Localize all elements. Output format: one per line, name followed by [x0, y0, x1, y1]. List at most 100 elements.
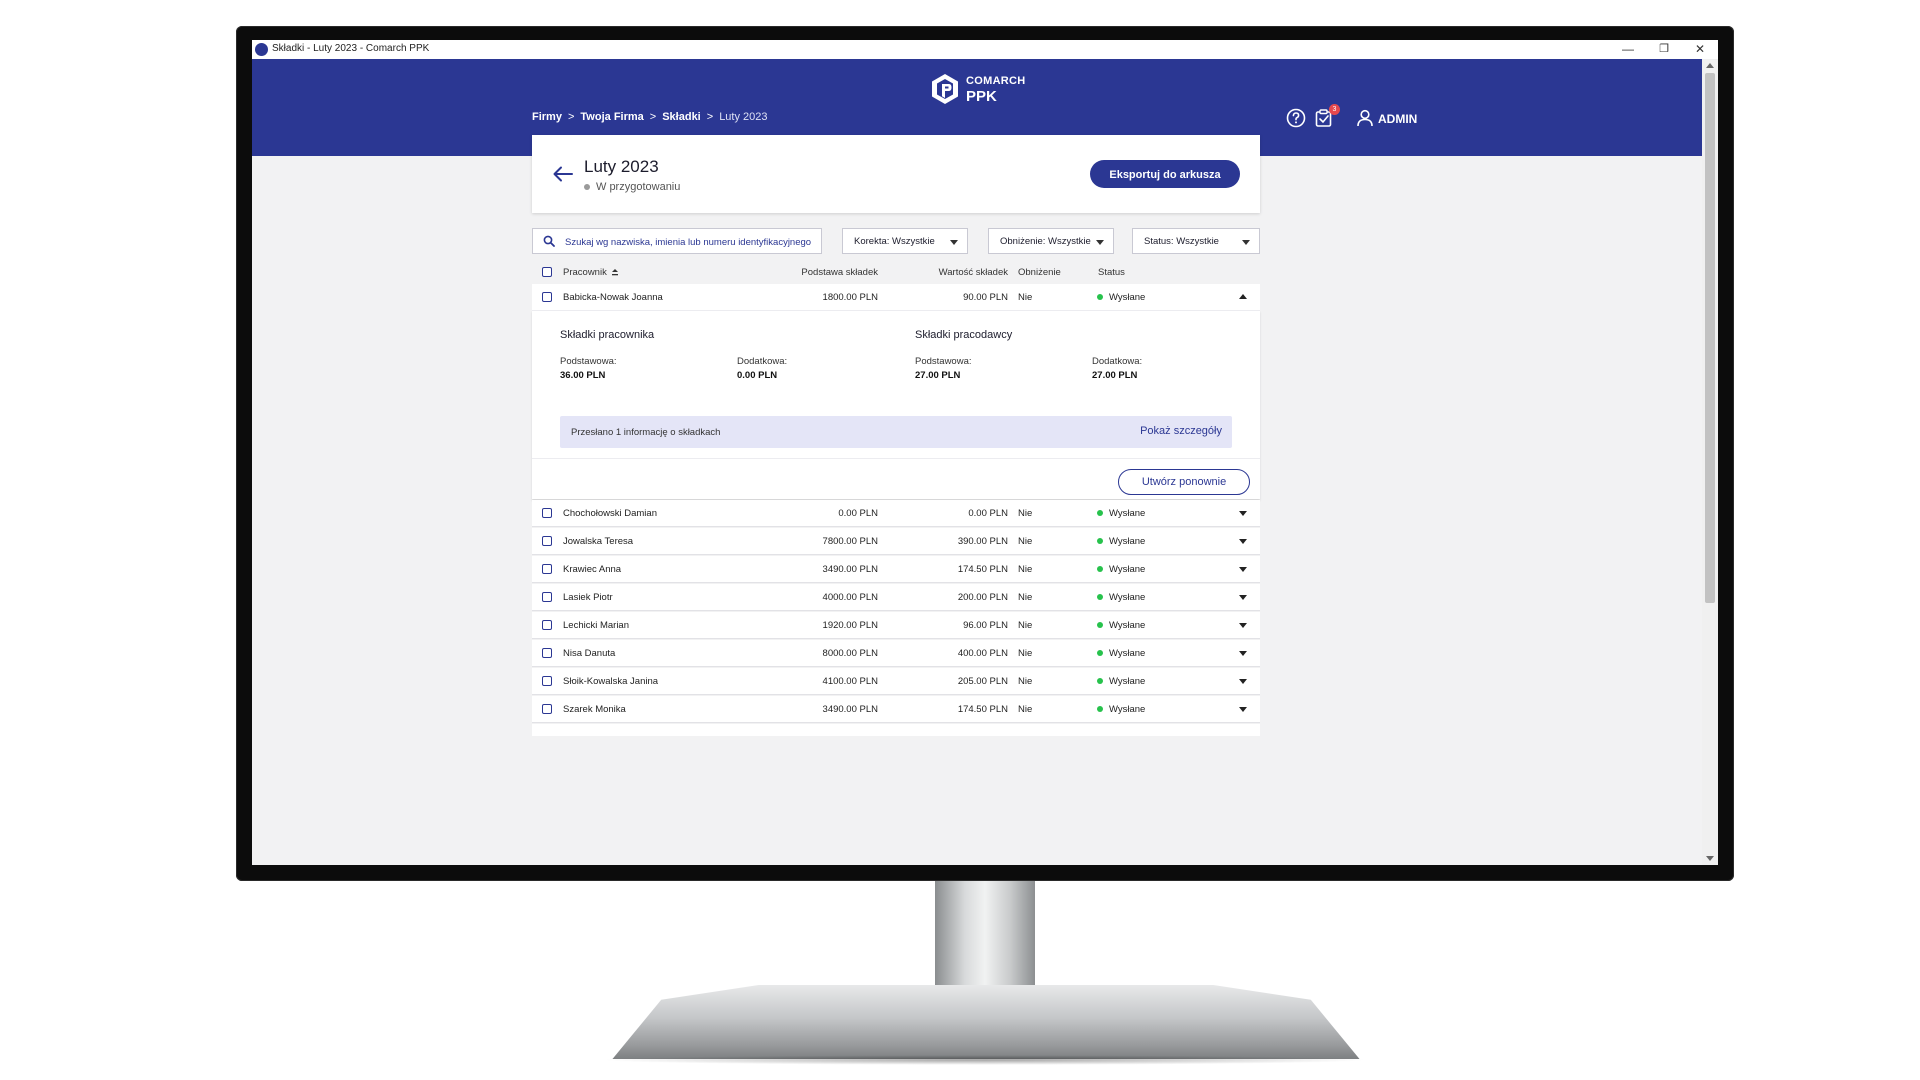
chevron-down-icon[interactable]	[1239, 539, 1247, 544]
status-dot-icon	[1097, 678, 1103, 684]
scroll-down-arrow-icon[interactable]	[1706, 856, 1714, 861]
back-arrow-icon[interactable]	[552, 163, 574, 185]
filter-korekta[interactable]: Korekta: Wszystkie	[842, 228, 968, 254]
close-window-button[interactable]: ✕	[1682, 40, 1718, 59]
chevron-down-icon[interactable]	[1239, 623, 1247, 628]
scroll-thumb[interactable]	[1705, 73, 1715, 603]
search-input[interactable]	[563, 233, 817, 251]
row-checkbox[interactable]	[542, 648, 552, 658]
row-reduction: Nie	[1018, 564, 1033, 575]
chevron-down-icon[interactable]	[1239, 679, 1247, 684]
row-checkbox[interactable]	[542, 676, 552, 686]
chevron-down-icon[interactable]	[1239, 567, 1247, 572]
table-row[interactable]: Nisa Danuta 8000.00 PLN 400.00 PLN Nie W…	[532, 640, 1260, 666]
row-employee: Szarek Monika	[563, 704, 626, 715]
employee-extra-label: Dodatkowa:	[737, 356, 788, 367]
row-reduction: Nie	[1018, 648, 1033, 659]
row-checkbox[interactable]	[542, 292, 552, 302]
page-status: W przygotowaniu	[584, 181, 680, 193]
row-reduction: Nie	[1018, 704, 1033, 715]
table-header: Pracownik Podstawa składek Wartość skład…	[532, 260, 1260, 284]
breadcrumb-separator: >	[706, 111, 714, 123]
help-icon[interactable]	[1286, 108, 1306, 128]
row-value: 174.50 PLN	[957, 564, 1008, 575]
select-all-checkbox[interactable]	[542, 267, 552, 277]
brand-name: COMARCH	[966, 75, 1026, 87]
page-title: Luty 2023	[584, 157, 659, 176]
row-checkbox[interactable]	[542, 508, 552, 518]
sort-ascending-icon[interactable]	[611, 268, 619, 277]
chevron-up-icon[interactable]	[1239, 294, 1247, 299]
export-button[interactable]: Eksportuj do arkusza	[1090, 160, 1240, 188]
chevron-down-icon[interactable]	[1239, 651, 1247, 656]
user-name[interactable]: ADMIN	[1378, 112, 1417, 126]
header-employee[interactable]: Pracownik	[563, 267, 607, 278]
breadcrumb-skladki[interactable]: Składki	[662, 111, 701, 123]
row-reduction: Nie	[1018, 536, 1033, 547]
vertical-scrollbar[interactable]	[1702, 59, 1718, 865]
breadcrumb-separator: >	[567, 111, 575, 123]
show-details-link[interactable]: Pokaż szczegóły	[1140, 425, 1222, 437]
row-base: 1920.00 PLN	[822, 620, 878, 631]
table-row[interactable]: Babicka-Nowak Joanna 1800.00 PLN 90.00 P…	[532, 284, 1260, 310]
monitor-stand-base	[612, 985, 1360, 1059]
chevron-down-icon[interactable]	[1239, 595, 1247, 600]
search-icon	[543, 235, 555, 247]
app-screen: Składki - Luty 2023 - Comarch PPK — ❐ ✕ …	[252, 40, 1718, 865]
recreate-button[interactable]: Utwórz ponownie	[1118, 469, 1250, 495]
row-checkbox[interactable]	[542, 592, 552, 602]
comarch-logo-icon	[932, 74, 958, 104]
window-title: Składki - Luty 2023 - Comarch PPK	[272, 43, 430, 54]
table-row[interactable]: Chochołowski Damian 0.00 PLN 0.00 PLN Ni…	[532, 500, 1260, 526]
header-value: Wartość składek	[938, 267, 1008, 278]
chevron-down-icon	[950, 240, 958, 245]
table-row[interactable]: Jowalska Teresa 7800.00 PLN 390.00 PLN N…	[532, 528, 1260, 554]
row-checkbox[interactable]	[542, 620, 552, 630]
row-value: 205.00 PLN	[957, 676, 1008, 687]
breadcrumb-twoja-firma[interactable]: Twoja Firma	[580, 111, 643, 123]
filter-status[interactable]: Status: Wszystkie	[1132, 228, 1260, 254]
table-row[interactable]: Lechicki Marian 1920.00 PLN 96.00 PLN Ni…	[532, 612, 1260, 638]
employee-contributions-title: Składki pracownika	[560, 329, 655, 341]
row-base: 4000.00 PLN	[822, 592, 878, 603]
row-checkbox[interactable]	[542, 704, 552, 714]
header-status: Status	[1098, 267, 1125, 278]
row-employee: Słoik-Kowalska Janina	[563, 676, 659, 687]
status-dot-icon	[1097, 510, 1103, 516]
status-dot-icon	[584, 184, 590, 191]
stand-shadow	[600, 1055, 1370, 1065]
status-dot-icon	[1097, 650, 1103, 656]
row-status: Wysłane	[1109, 648, 1146, 659]
employer-extra-value: 27.00 PLN	[1092, 370, 1138, 381]
status-dot-icon	[1097, 594, 1103, 600]
status-dot-icon	[1097, 706, 1103, 712]
scroll-up-arrow-icon[interactable]	[1706, 63, 1714, 68]
table-row[interactable]: Lasiek Piotr 4000.00 PLN 200.00 PLN Nie …	[532, 584, 1260, 610]
maximize-button[interactable]: ❐	[1646, 40, 1682, 59]
filter-obnizenie[interactable]: Obniżenie: Wszystkie	[988, 228, 1114, 254]
row-value: 96.00 PLN	[963, 620, 1008, 631]
row-status: Wysłane	[1109, 564, 1146, 575]
row-checkbox[interactable]	[542, 564, 552, 574]
row-reduction: Nie	[1018, 592, 1033, 603]
header-reduction: Obniżenie	[1018, 267, 1061, 278]
row-base: 0.00 PLN	[838, 508, 878, 519]
breadcrumb-current: Luty 2023	[719, 111, 768, 123]
row-checkbox[interactable]	[542, 536, 552, 546]
status-dot-icon	[1097, 622, 1103, 628]
chevron-down-icon	[1096, 240, 1104, 245]
table-row[interactable]: Krawiec Anna 3490.00 PLN 174.50 PLN Nie …	[532, 556, 1260, 582]
row-status: Wysłane	[1109, 676, 1146, 687]
search-field[interactable]	[532, 228, 822, 254]
chevron-down-icon[interactable]	[1239, 707, 1247, 712]
user-icon[interactable]	[1355, 108, 1375, 128]
employer-basic-label: Podstawowa:	[915, 356, 972, 367]
table-row[interactable]: Słoik-Kowalska Janina 4100.00 PLN 205.00…	[532, 668, 1260, 694]
row-reduction: Nie	[1018, 292, 1033, 303]
breadcrumb-firmy[interactable]: Firmy	[532, 111, 562, 123]
row-reduction: Nie	[1018, 508, 1033, 519]
employer-extra-label: Dodatkowa:	[1092, 356, 1143, 367]
table-row[interactable]: Szarek Monika 3490.00 PLN 174.50 PLN Nie…	[532, 696, 1260, 722]
minimize-button[interactable]: —	[1610, 40, 1646, 59]
chevron-down-icon[interactable]	[1239, 511, 1247, 516]
